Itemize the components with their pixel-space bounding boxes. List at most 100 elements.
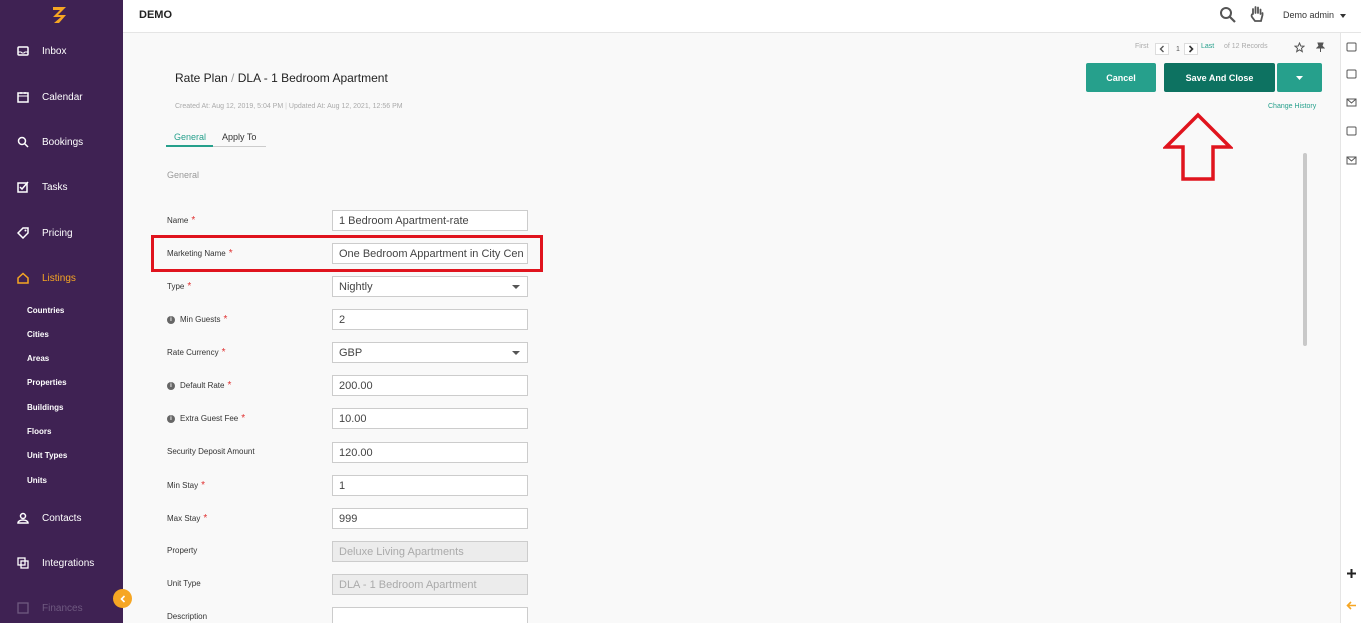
cancel-button[interactable]: Cancel [1086, 63, 1156, 92]
scrollbar[interactable] [1303, 153, 1307, 346]
field-label-text: Security Deposit Amount [167, 447, 255, 456]
field-value: DLA - 1 Bedroom Apartment [339, 578, 477, 591]
tab-general[interactable]: General [174, 132, 206, 142]
chevron-left-icon [119, 594, 125, 603]
security-deposit-amount-label: Security Deposit Amount [167, 447, 255, 456]
default-rate-field[interactable]: 200.00 [332, 375, 528, 396]
meta-divider: | [285, 103, 287, 110]
rate-currency-label: Rate Currency * [167, 347, 225, 358]
sidebar-item-integrations[interactable]: Integrations [0, 549, 123, 577]
sidebar-subitem-unit-types[interactable]: Unit Types [27, 451, 67, 460]
note-icon[interactable] [1346, 126, 1357, 137]
sidebar-item-bookings[interactable]: Bookings [0, 128, 123, 156]
sidebar-item-calendar[interactable]: Calendar [0, 83, 123, 111]
sidebar-item-pricing[interactable]: Pricing [0, 219, 123, 247]
mail-icon[interactable] [1346, 155, 1357, 166]
sidebar-subitem-cities[interactable]: Cities [27, 330, 49, 339]
field-label-text: Min Guests [180, 315, 221, 324]
sidebar-subitem-floors[interactable]: Floors [27, 427, 51, 436]
arrow-left-icon[interactable] [1346, 600, 1357, 611]
sidebar-subitem-buildings[interactable]: Buildings [27, 403, 63, 412]
description-label: Description [167, 612, 207, 621]
sidebar-subitem-countries[interactable]: Countries [27, 306, 64, 315]
property-label: Property [167, 546, 197, 555]
extra-guest-fee-field[interactable]: 10.00 [332, 408, 528, 429]
chevron-left-icon [1159, 45, 1164, 53]
change-history-link[interactable]: Change History [1268, 103, 1316, 110]
sidebar-item-label: Integrations [42, 557, 95, 569]
field-label-text: Name [167, 216, 189, 225]
field-value: 1 Bedroom Apartment-rate [339, 214, 469, 227]
min-guests-field[interactable]: 2 [332, 309, 528, 330]
tab-active-indicator [166, 145, 213, 147]
sidebar-item-label: Inbox [42, 45, 67, 57]
sidebar-item-label: Finances [42, 602, 83, 614]
tab-apply-to[interactable]: Apply To [222, 132, 256, 142]
field-label-text: Min Stay [167, 481, 199, 490]
search-icon[interactable] [1219, 6, 1237, 24]
field-label-text: Default Rate [180, 381, 225, 390]
field-label-text: Rate Currency [167, 348, 219, 357]
name-field[interactable]: 1 Bedroom Apartment-rate [332, 210, 528, 231]
mail-icon[interactable] [1346, 97, 1357, 108]
tasks-icon [16, 180, 30, 194]
sidebar-subitem-units[interactable]: Units [27, 476, 47, 485]
save-and-close-button[interactable]: Save And Close [1164, 63, 1275, 92]
user-menu[interactable]: Demo admin [1283, 10, 1346, 20]
min-stay-field[interactable]: 1 [332, 475, 528, 496]
sidebar-item-label: Bookings [42, 136, 84, 148]
type-label: Type * [167, 281, 191, 292]
note-icon[interactable] [1346, 69, 1357, 80]
field-label-text: Description [167, 612, 208, 621]
description-field[interactable] [332, 607, 528, 623]
field-label-text: Unit Type [167, 579, 201, 588]
sidebar-item-finances[interactable]: Finances [0, 594, 123, 622]
type-select[interactable]: Nightly [332, 276, 528, 297]
sidebar-item-inbox[interactable]: Inbox [0, 37, 123, 65]
sidebar-item-listings[interactable]: Listings [0, 264, 123, 292]
required-marker: * [241, 413, 246, 424]
caret-down-icon [1339, 14, 1346, 18]
inbox-icon [16, 44, 30, 58]
security-deposit-amount-field[interactable]: 120.00 [332, 442, 528, 463]
pager-prev-button[interactable] [1155, 43, 1169, 55]
annotation-arrow-up-icon [1163, 112, 1233, 181]
rate-currency-select[interactable]: GBP [332, 342, 528, 363]
pager-last[interactable]: Last [1201, 43, 1214, 55]
pin-icon[interactable] [1316, 42, 1325, 53]
pager-first[interactable]: First [1135, 43, 1149, 55]
hand-icon[interactable] [1250, 5, 1264, 23]
sidebar-subitem-areas[interactable]: Areas [27, 354, 49, 363]
sidebar-subitem-properties[interactable]: Properties [27, 378, 67, 387]
sidebar-collapse-button[interactable] [113, 589, 132, 608]
info-icon[interactable]: i [167, 381, 175, 390]
field-value: 1 [339, 479, 346, 492]
created-at: Created At: Aug 12, 2019, 5:04 PM [175, 103, 284, 110]
user-icon [16, 511, 30, 525]
field-label-text: Extra Guest Fee [180, 414, 239, 423]
home-icon [16, 271, 30, 285]
info-icon[interactable]: i [167, 414, 175, 423]
required-marker: * [201, 480, 206, 491]
updated-at: Updated At: Aug 12, 2021, 12:56 PM [288, 103, 403, 110]
info-icon[interactable]: i [167, 315, 175, 324]
sidebar-item-label: Calendar [42, 91, 83, 103]
name-label: Name * [167, 215, 195, 226]
max-stay-field[interactable]: 999 [332, 508, 528, 529]
note-icon[interactable] [1346, 42, 1357, 53]
min-stay-label: Min Stay * [167, 480, 205, 491]
sidebar-item-tasks[interactable]: Tasks [0, 173, 123, 201]
pager-page[interactable]: 1 [1172, 43, 1184, 55]
plus-icon[interactable] [1346, 568, 1357, 579]
breadcrumb-root[interactable]: Rate Plan [175, 71, 228, 85]
app-logo-icon[interactable] [50, 4, 70, 26]
more-actions-button[interactable] [1277, 63, 1322, 92]
sidebar-item-contacts[interactable]: Contacts [0, 504, 123, 532]
required-marker: * [203, 513, 208, 524]
star-icon[interactable] [1294, 42, 1305, 53]
pager-next-button[interactable] [1184, 43, 1198, 55]
field-value: GBP [339, 346, 363, 359]
sidebar-item-label: Pricing [42, 227, 73, 239]
field-value: 2 [339, 313, 346, 326]
field-label-text: Max Stay [167, 514, 201, 523]
